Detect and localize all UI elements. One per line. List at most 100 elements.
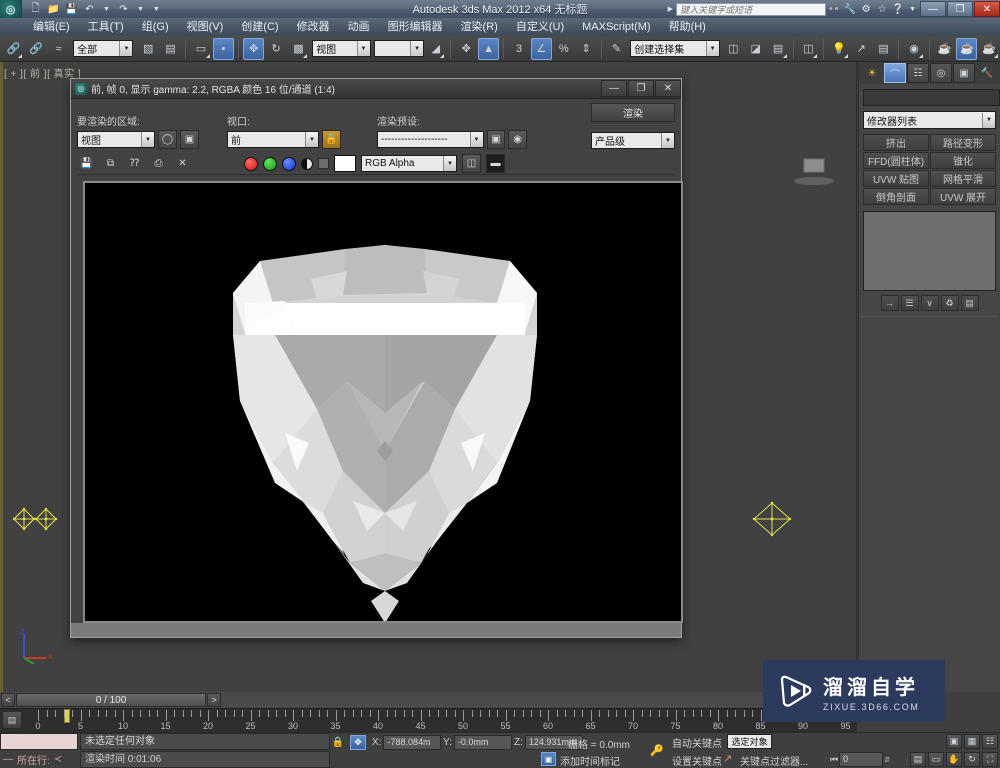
key-frame-value[interactable]: 0	[839, 752, 884, 767]
object-name-input[interactable]	[863, 89, 1000, 106]
lock-selection-icon[interactable]: 🔒	[330, 735, 346, 750]
remove-modifier-icon[interactable]: ♻	[940, 295, 959, 311]
select-and-scale-icon[interactable]: ▩	[288, 38, 309, 60]
rfw-close-button[interactable]: ✕	[655, 80, 681, 97]
rfw-maximize-button[interactable]: ❐	[628, 80, 654, 97]
modifier-list-combo[interactable]: 修改器列表 ▼	[863, 111, 996, 129]
alpha-channel-icon[interactable]	[301, 157, 313, 170]
maximize-viewport-icon[interactable]: ⛶	[982, 752, 998, 767]
chevron-down-icon[interactable]: ▼	[661, 133, 674, 148]
add-time-tag-icon[interactable]: ▣	[541, 752, 556, 766]
modify-tab[interactable]: ⌒	[884, 63, 906, 83]
render-setup-icon[interactable]: ▣	[486, 130, 506, 149]
modifier-button-meshsmooth[interactable]: 网格平滑	[930, 170, 996, 187]
modifier-button-uvw-unwrap[interactable]: UVW 展开	[930, 188, 996, 205]
save-icon[interactable]: 💾	[64, 2, 79, 16]
menu-create[interactable]: 创建(C)	[232, 18, 287, 36]
motion-tab[interactable]: ◎	[930, 63, 952, 83]
open-mini-curve-editor-icon[interactable]: ▤	[2, 711, 22, 729]
next-frame-button[interactable]: >	[207, 693, 221, 707]
area-to-render-combo[interactable]: 视图 ▼	[77, 131, 155, 148]
spinner-arrows-icon[interactable]: ⇵	[884, 756, 890, 764]
menu-edit[interactable]: 编辑(E)	[24, 18, 79, 36]
menu-modifiers[interactable]: 修改器	[288, 18, 339, 36]
chevron-down-icon[interactable]: ▼	[705, 41, 719, 56]
pin-stack-icon[interactable]: →	[880, 295, 899, 311]
key-frame-spinner[interactable]: ⏮ 0 ⇵	[830, 752, 890, 767]
print-image-icon[interactable]: ⎙	[149, 154, 168, 173]
wrench-icon[interactable]: 🔧	[842, 2, 858, 17]
edit-named-selection-sets-icon[interactable]: ✎	[606, 38, 627, 60]
channel-display-combo[interactable]: RGB Alpha ▼	[361, 155, 457, 172]
undo-icon[interactable]: ↶	[82, 2, 97, 16]
subscription-icon[interactable]: ⚙	[858, 2, 874, 17]
monochrome-icon[interactable]	[318, 158, 329, 169]
render-preset-combo[interactable]: -------------------- ▼	[377, 131, 484, 148]
minilistener-output[interactable]	[0, 733, 78, 750]
configure-modifier-sets-icon[interactable]: ▤	[960, 295, 979, 311]
graphite-modeling-tools-icon[interactable]: ◫	[798, 38, 819, 60]
material-editor-icon[interactable]: ◉	[903, 38, 924, 60]
chevron-down-icon[interactable]: ▼	[982, 112, 995, 128]
help-icon[interactable]: ❔	[890, 2, 906, 17]
track-bar[interactable]: ▤ 0 5 10 15 20 25 30 35 40 45 50 55 60 65 70 75 80 85 90 95	[0, 708, 857, 732]
window-crossing-icon[interactable]: ▪	[212, 37, 235, 60]
red-channel-icon[interactable]	[244, 156, 258, 171]
modifier-button-extrude[interactable]: 挤出	[863, 134, 929, 151]
hierarchy-tab[interactable]: ☷	[907, 63, 929, 83]
select-and-link-icon[interactable]: 🔗	[3, 38, 24, 60]
curve-editor-icon[interactable]: ↗	[851, 38, 872, 60]
copy-image-icon[interactable]: ⧉	[101, 154, 120, 173]
menu-animation[interactable]: 动画	[339, 18, 379, 36]
reference-coordinate-combo[interactable]: 视图 ▼	[312, 40, 371, 57]
absolute-relative-transform-icon[interactable]: ✥	[350, 735, 366, 750]
auto-key-label[interactable]: 自动关键点	[672, 735, 722, 750]
add-time-tag-label[interactable]: 添加时间标记	[560, 753, 620, 768]
display-alpha-icon[interactable]: ▬	[486, 154, 505, 173]
light-lister-icon[interactable]: 💡	[828, 38, 849, 60]
chevron-down-icon[interactable]: ▼	[410, 41, 424, 56]
coord-x-value[interactable]: -788.084m	[383, 735, 442, 750]
key-filters-label[interactable]: 关键点过滤器...	[740, 753, 808, 768]
render-level-combo[interactable]: 产品级 ▼	[591, 132, 675, 149]
pan-icon[interactable]: ✋	[946, 752, 962, 767]
select-and-rotate-icon[interactable]: ↻	[265, 38, 286, 60]
minimize-button[interactable]: —	[920, 1, 946, 17]
modifier-button-bevel-profile[interactable]: 倒角剖面	[863, 188, 929, 205]
modifier-button-uvw-map[interactable]: UVW 贴图	[863, 170, 929, 187]
render-setup-icon[interactable]: ☕	[934, 38, 955, 60]
close-button[interactable]: ✕	[974, 1, 1000, 17]
chevron-down-icon[interactable]: ▼	[443, 156, 456, 171]
key-mode-toggle-icon[interactable]: 🔑	[650, 733, 664, 767]
chevron-down-icon[interactable]: ▼	[119, 41, 133, 56]
lock-viewport-icon[interactable]: 🔒	[322, 130, 341, 149]
menu-customize[interactable]: 自定义(U)	[507, 18, 573, 36]
redo-icon[interactable]: ↷	[116, 2, 131, 16]
star-icon[interactable]: ☆	[874, 2, 890, 17]
chevron-down-icon[interactable]: ▼	[305, 132, 318, 147]
modifier-button-ffd-cylinder[interactable]: FFD(圆柱体)	[863, 152, 929, 169]
use-selection-center-icon[interactable]: ✥	[455, 38, 476, 60]
schematic-view-icon[interactable]: ▤	[873, 38, 894, 60]
menu-group[interactable]: 组(G)	[133, 18, 178, 36]
menu-maxscript[interactable]: MAXScript(M)	[573, 18, 659, 36]
current-frame-marker[interactable]	[64, 709, 70, 723]
edit-region-icon[interactable]: ▣	[180, 130, 199, 149]
target-light-gizmo[interactable]	[748, 497, 796, 541]
named-selection-set-combo[interactable]: 创建选择集 ▼	[630, 40, 720, 57]
selected-object-button[interactable]: 选定对象	[727, 734, 772, 749]
menu-tools[interactable]: 工具(T)	[79, 18, 133, 36]
chevron-down-icon[interactable]: ▼	[356, 41, 370, 56]
use-transform-coordinate-center-icon[interactable]: ▲	[477, 37, 500, 60]
target-light-gizmo[interactable]	[12, 497, 60, 541]
color-swatch[interactable]	[334, 155, 356, 172]
viewport-select-combo[interactable]: 前 ▼	[227, 131, 319, 148]
clone-rendered-frame-icon[interactable]: ⁇	[125, 154, 144, 173]
render-image-canvas[interactable]	[83, 181, 683, 623]
layer-manager-icon[interactable]: ▤	[767, 38, 788, 60]
orbit-icon[interactable]: ↻	[964, 752, 980, 767]
modifier-stack-list[interactable]	[863, 211, 996, 291]
select-and-move-icon[interactable]: ✥	[243, 37, 265, 60]
axis-constraint-combo[interactable]: ▼	[373, 40, 425, 57]
align-icon[interactable]: ◪	[745, 38, 766, 60]
